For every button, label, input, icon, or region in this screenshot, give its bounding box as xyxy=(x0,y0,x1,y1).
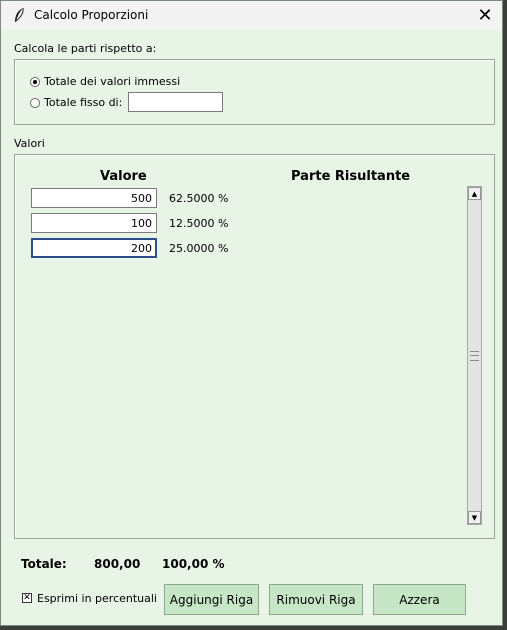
radio-fixed-total[interactable] xyxy=(30,98,40,108)
values-scrollbar[interactable]: ▲ ▼ xyxy=(467,186,482,525)
calc-group-frame xyxy=(14,59,495,125)
value-column-header: Valore xyxy=(100,169,147,184)
result-3: 25.0000 % xyxy=(169,242,229,255)
add-row-button[interactable]: Aggiungi Riga xyxy=(164,584,259,615)
result-1: 62.5000 % xyxy=(169,192,229,205)
scroll-down-button[interactable]: ▼ xyxy=(468,511,481,524)
percent-checkbox-label[interactable]: Esprimi in percentuali xyxy=(37,592,157,605)
remove-row-button[interactable]: Rimuovi Riga xyxy=(269,584,363,615)
total-percent: 100,00 % xyxy=(162,557,225,571)
total-label: Totale: xyxy=(21,557,67,571)
radio-total-entered[interactable] xyxy=(30,77,40,87)
values-group-label: Valori xyxy=(14,137,45,150)
title-bar: Calcolo Proporzioni ✕ xyxy=(1,1,502,30)
close-button[interactable]: ✕ xyxy=(468,1,502,30)
result-2: 12.5000 % xyxy=(169,217,229,230)
triangle-up-icon: ▲ xyxy=(471,189,478,198)
scrollbar-grip[interactable] xyxy=(470,351,479,361)
proportions-window: Calcolo Proporzioni ✕ Calcola le parti r… xyxy=(0,0,503,626)
window-title: Calcolo Proporzioni xyxy=(34,8,149,22)
scroll-up-button[interactable]: ▲ xyxy=(468,187,481,200)
triangle-down-icon: ▼ xyxy=(471,513,478,522)
values-group-frame xyxy=(14,154,495,539)
value-input-2[interactable]: 100 xyxy=(31,213,157,233)
reset-button[interactable]: Azzera xyxy=(373,584,466,615)
feather-icon xyxy=(15,7,24,22)
radio-fixed-total-label[interactable]: Totale fisso di: xyxy=(44,96,122,109)
radio-total-entered-label[interactable]: Totale dei valori immessi xyxy=(44,75,180,88)
fixed-total-input[interactable] xyxy=(128,92,223,112)
percent-checkbox[interactable]: ✕ xyxy=(22,593,32,603)
value-input-1[interactable]: 500 xyxy=(31,188,157,208)
close-icon: ✕ xyxy=(477,5,493,26)
result-column-header: Parte Risultante xyxy=(291,169,411,184)
calc-group-label: Calcola le parti rispetto a: xyxy=(14,42,157,55)
value-input-3[interactable]: 200 xyxy=(31,238,157,258)
total-sum: 800,00 xyxy=(94,557,141,571)
